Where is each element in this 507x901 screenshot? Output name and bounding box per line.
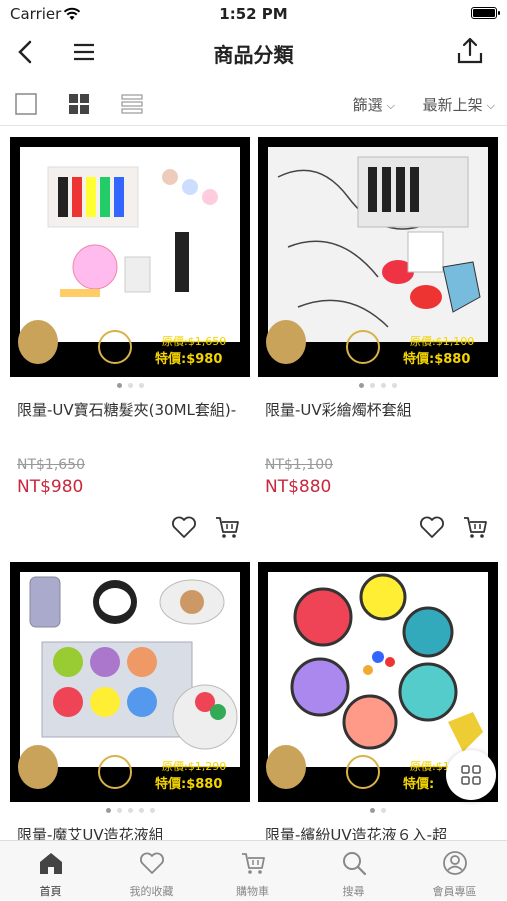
square-icon — [15, 93, 37, 115]
product-image[interactable]: 原價:$1,100 特價:$880 — [258, 137, 498, 377]
share-button[interactable] — [455, 36, 485, 66]
home-icon — [40, 853, 62, 874]
clock: 1:52 PM — [219, 5, 288, 23]
hamburger-icon — [74, 43, 94, 61]
filter-label: 篩選 — [352, 96, 383, 114]
tab-label: 購物車 — [236, 885, 269, 898]
menu-button[interactable] — [70, 38, 98, 66]
cart-icon — [464, 517, 487, 538]
nav-bar: 商品分類 — [0, 30, 507, 76]
category-grid-button[interactable] — [446, 750, 496, 800]
tab-member[interactable]: 會員專區 — [404, 841, 505, 901]
tab-favorites[interactable]: 我的收藏 — [101, 841, 202, 901]
banner-sale-price: 特價: — [403, 776, 434, 792]
tab-cart[interactable]: 購物車 — [202, 841, 303, 901]
chevron-down-icon: ⌵ — [486, 98, 495, 112]
product-image[interactable]: 原價:$1,290 特價:$880 — [10, 562, 250, 802]
original-price: NT$1,650 — [17, 457, 86, 473]
share-icon — [457, 37, 483, 64]
original-price: NT$1,100 — [265, 457, 334, 473]
sale-price: NT$880 — [265, 477, 332, 497]
back-button[interactable] — [12, 38, 40, 66]
cart-icon — [216, 517, 239, 538]
tab-label: 搜尋 — [342, 885, 365, 898]
grid-icon — [69, 94, 89, 114]
banner-sale-price: 特價:$880 — [403, 351, 470, 367]
tab-label: 我的收藏 — [129, 885, 174, 898]
banner-sale-price: 特價:$880 — [155, 776, 222, 792]
heart-icon — [420, 516, 444, 538]
tab-home[interactable]: 首頁 — [0, 841, 101, 901]
list-icon — [121, 94, 143, 114]
banner-sale-price: 特價:$980 — [155, 351, 222, 367]
sale-price: NT$980 — [17, 477, 84, 497]
tab-label: 會員專區 — [432, 885, 477, 898]
image-pager — [258, 383, 498, 388]
search-icon — [343, 852, 367, 876]
sort-label: 最新上架 — [422, 96, 483, 114]
chevron-down-icon: ⌵ — [386, 98, 395, 112]
battery-icon — [471, 7, 500, 19]
grid-icon — [461, 765, 481, 785]
tab-search[interactable]: 搜尋 — [303, 841, 404, 901]
product-name[interactable]: 限量-UV彩繪燭杯套組 — [265, 399, 493, 421]
sort-dropdown[interactable]: 最新上架 ⌵ — [423, 94, 495, 115]
list-toolbar: 篩選 ⌵ 最新上架 ⌵ — [0, 84, 507, 126]
product-name[interactable]: 限量-UV寶石糖髮夾(30ML套組)- — [17, 399, 245, 421]
banner-original-price: 原價:$1,650 — [162, 334, 226, 348]
image-pager — [10, 808, 250, 813]
image-pager — [258, 808, 498, 813]
cart-icon — [242, 853, 265, 874]
banner-original-price: 原價:$1,100 — [410, 334, 474, 348]
tab-label: 首頁 — [39, 885, 62, 898]
grid-view-button[interactable] — [67, 92, 91, 116]
add-to-cart-button[interactable] — [461, 513, 489, 541]
heart-icon — [140, 852, 164, 874]
favorite-button[interactable] — [170, 513, 198, 541]
product-image[interactable]: 原價:$1,650 特價:$980 — [10, 137, 250, 377]
user-icon — [443, 851, 467, 875]
list-view-button[interactable] — [120, 92, 144, 116]
status-bar: Carrier 1:52 PM — [0, 0, 507, 28]
single-view-button[interactable] — [14, 92, 38, 116]
banner-original-price: 原價:$1,290 — [162, 759, 226, 773]
filter-dropdown[interactable]: 篩選 ⌵ — [353, 94, 395, 115]
bottom-tab-bar: 首頁 我的收藏 購物車 搜尋 會員專區 — [0, 840, 507, 900]
image-pager — [10, 383, 250, 388]
favorite-button[interactable] — [418, 513, 446, 541]
chevron-left-icon — [18, 40, 32, 64]
heart-icon — [172, 516, 196, 538]
add-to-cart-button[interactable] — [213, 513, 241, 541]
